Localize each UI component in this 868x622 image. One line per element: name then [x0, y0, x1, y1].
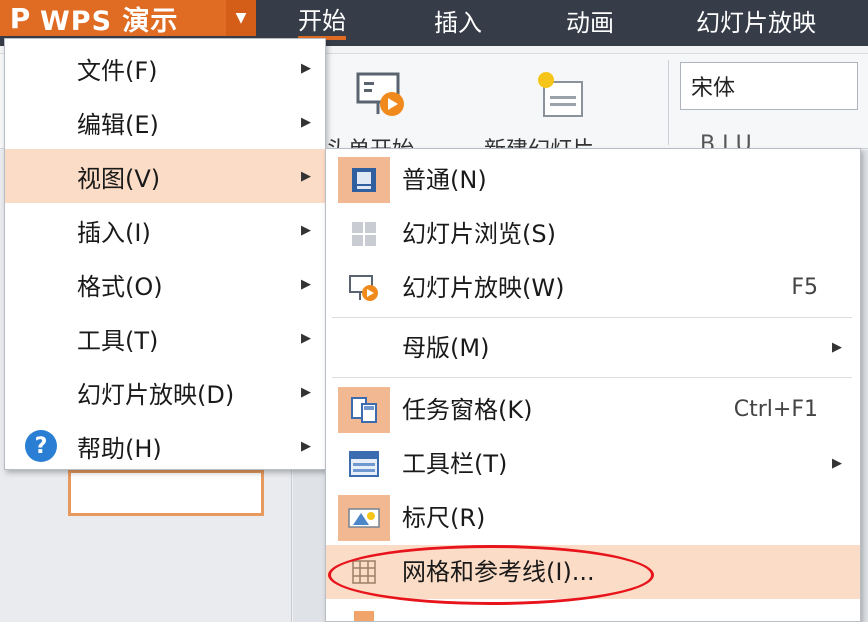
- menu-item-label: 编辑(E): [77, 110, 159, 139]
- tab-slideshow[interactable]: 幻灯片放映: [696, 0, 816, 40]
- chevron-right-icon: ▶: [301, 168, 311, 184]
- menu-item-edit[interactable]: 编辑(E) ▶: [5, 95, 325, 149]
- submenu-item-label: 任务窗格(K): [402, 396, 533, 424]
- submenu-item-slide-sorter[interactable]: 幻灯片浏览(S): [326, 207, 860, 261]
- menu-item-tools[interactable]: 工具(T) ▶: [5, 311, 325, 365]
- chevron-right-icon: ▶: [832, 340, 842, 355]
- partial-item-icon: [338, 609, 390, 621]
- chevron-right-icon: ▶: [301, 114, 311, 130]
- menu-item-label: 格式(O): [77, 272, 163, 301]
- app-menu-button[interactable]: P WPS 演示 ▼: [0, 0, 256, 37]
- chevron-right-icon: ▶: [301, 330, 311, 346]
- submenu-item-next-partial[interactable]: [326, 601, 860, 621]
- tab-animation[interactable]: 动画: [566, 0, 614, 40]
- slideshow-icon: [338, 265, 390, 311]
- menu-item-label: 工具(T): [77, 326, 159, 355]
- menu-item-view[interactable]: 视图(V) ▶: [5, 149, 325, 203]
- ribbon-separator: [668, 60, 669, 145]
- menu-item-help[interactable]: ? 帮助(H) ▶: [5, 419, 325, 473]
- tab-insert[interactable]: 插入: [434, 0, 482, 40]
- submenu-item-label: 母版(M): [402, 334, 490, 362]
- app-title: WPS 演示: [40, 5, 179, 37]
- menu-item-format[interactable]: 格式(O) ▶: [5, 257, 325, 311]
- submenu-item-ruler[interactable]: 标尺(R): [326, 491, 860, 545]
- submenu-item-slideshow[interactable]: 幻灯片放映(W) F5: [326, 261, 860, 315]
- submenu-item-toolbar[interactable]: 工具栏(T) ▶: [326, 437, 860, 491]
- new-slide-icon[interactable]: [534, 68, 590, 124]
- annotation-circle: [328, 545, 654, 605]
- submenu-item-master[interactable]: 母版(M) ▶: [326, 321, 860, 375]
- app-main-menu: 文件(F) ▶ 编辑(E) ▶ 视图(V) ▶ 插入(I) ▶ 格式(O) ▶ …: [4, 38, 326, 470]
- start-show-icon[interactable]: [354, 68, 410, 124]
- normal-view-icon: [338, 157, 390, 203]
- slide-sorter-icon: [338, 211, 390, 257]
- submenu-item-task-pane[interactable]: 任务窗格(K) Ctrl+F1: [326, 383, 860, 437]
- submenu-item-label: 标尺(R): [402, 504, 486, 532]
- ruler-icon: [338, 495, 390, 541]
- shortcut-text: F5: [791, 275, 818, 300]
- menu-item-slideshow[interactable]: 幻灯片放映(D) ▶: [5, 365, 325, 419]
- menu-item-insert[interactable]: 插入(I) ▶: [5, 203, 325, 257]
- menu-item-label: 文件(F): [77, 56, 158, 85]
- menu-item-label: 插入(I): [77, 218, 151, 247]
- shortcut-text: Ctrl+F1: [733, 397, 818, 422]
- submenu-item-label: 幻灯片放映(W): [402, 274, 565, 302]
- slide-thumbnail[interactable]: [68, 470, 264, 516]
- toolbar-icon: [338, 441, 390, 487]
- menu-item-label: 幻灯片放映(D): [77, 380, 235, 409]
- menu-item-file[interactable]: 文件(F) ▶: [5, 41, 325, 95]
- wps-logo-icon: P: [9, 1, 31, 35]
- chevron-right-icon: ▶: [301, 276, 311, 292]
- chevron-right-icon: ▶: [301, 222, 311, 238]
- submenu-item-label: 工具栏(T): [402, 450, 508, 478]
- tab-home[interactable]: 开始: [298, 0, 346, 40]
- chevron-right-icon: ▶: [832, 456, 842, 471]
- menu-item-label: 帮助(H): [77, 434, 162, 463]
- submenu-item-normal[interactable]: 普通(N): [326, 153, 860, 207]
- menu-item-label: 视图(V): [77, 164, 161, 193]
- chevron-right-icon: ▶: [301, 384, 311, 400]
- submenu-item-label: 幻灯片浏览(S): [402, 220, 556, 248]
- chevron-down-icon[interactable]: ▼: [226, 0, 256, 36]
- menu-separator: [332, 377, 852, 378]
- chevron-right-icon: ▶: [301, 60, 311, 76]
- help-icon: ?: [25, 430, 57, 462]
- task-pane-icon: [338, 387, 390, 433]
- font-name-field[interactable]: 宋体: [680, 62, 858, 110]
- menu-separator: [332, 317, 852, 318]
- submenu-item-label: 普通(N): [402, 166, 487, 194]
- chevron-right-icon: ▶: [301, 438, 311, 454]
